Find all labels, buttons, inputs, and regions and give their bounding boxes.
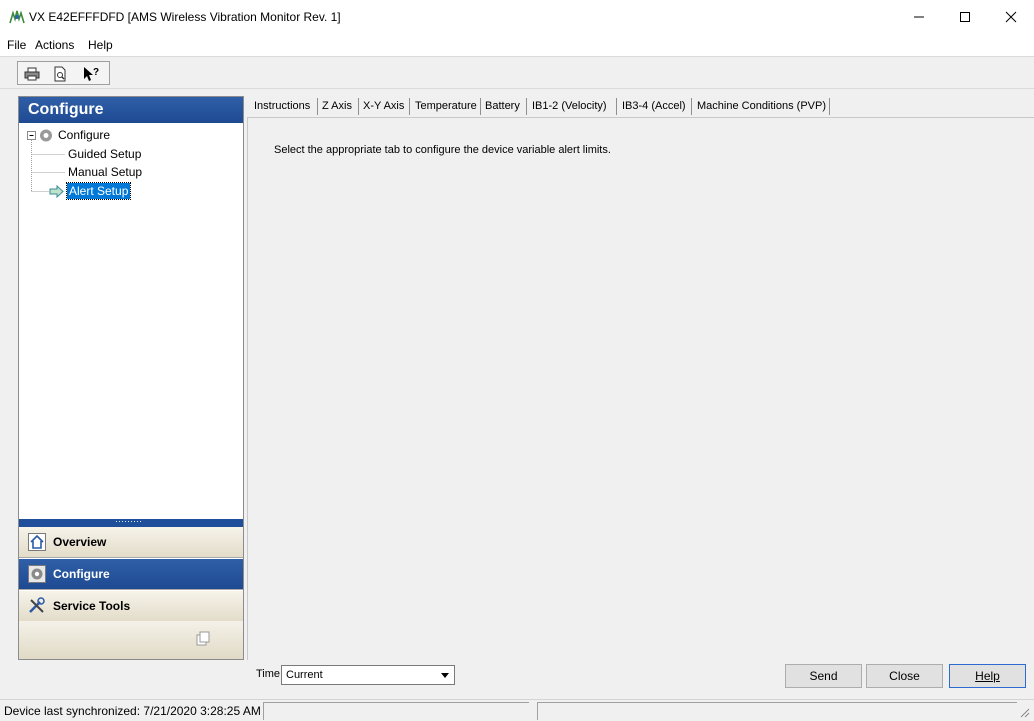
instructions-text: Select the appropriate tab to configure … xyxy=(274,144,611,156)
tab-separator xyxy=(691,98,692,115)
dropdown-button[interactable] xyxy=(437,667,453,683)
navigation-panel: Configure Configure Guided Setup Manual … xyxy=(18,96,244,660)
minimize-button[interactable] xyxy=(896,0,942,34)
chevron-down-icon xyxy=(441,672,449,678)
document-icon[interactable] xyxy=(195,631,211,647)
time-select-value: Current xyxy=(286,669,323,681)
tools-icon xyxy=(29,597,45,613)
resize-grip-icon[interactable] xyxy=(1018,706,1030,718)
gear-icon xyxy=(40,129,52,142)
status-pane xyxy=(263,702,529,720)
maximize-icon xyxy=(960,12,970,22)
tab-panel xyxy=(247,117,1034,660)
time-select[interactable]: Current xyxy=(281,665,455,685)
tree-item-manual-setup[interactable]: Manual Setup xyxy=(68,165,142,179)
toolbar-group: ? xyxy=(17,61,110,85)
time-label: Time: xyxy=(256,668,284,680)
send-button[interactable]: Send xyxy=(785,664,862,688)
print-button[interactable] xyxy=(21,64,43,83)
nav-footer xyxy=(19,621,243,659)
nav-button-configure[interactable]: Configure xyxy=(19,559,243,590)
title-bar: VX E42EFFFDFD [AMS Wireless Vibration Mo… xyxy=(0,0,1034,34)
close-button[interactable] xyxy=(988,0,1034,34)
tab-temperature[interactable]: Temperature xyxy=(412,96,480,118)
app-icon xyxy=(9,10,25,24)
gear-icon xyxy=(28,565,46,583)
status-bar: Device last synchronized: 7/21/2020 3:28… xyxy=(0,699,1034,721)
svg-text:?: ? xyxy=(93,67,99,78)
home-icon xyxy=(28,533,46,551)
help-button[interactable]: Help xyxy=(949,664,1026,688)
nav-button-overview-label: Overview xyxy=(53,535,107,549)
tab-machine-conditions-pvp[interactable]: Machine Conditions (PVP) xyxy=(694,96,829,118)
nav-header-title: Configure xyxy=(28,101,104,118)
context-help-button[interactable]: ? xyxy=(80,64,102,83)
print-preview-button[interactable] xyxy=(49,64,71,83)
tree-item-configure[interactable]: Configure xyxy=(58,128,110,142)
print-preview-icon xyxy=(54,66,66,81)
maximize-button[interactable] xyxy=(942,0,988,34)
arrow-right-icon xyxy=(49,184,64,199)
window-title: VX E42EFFFDFD [AMS Wireless Vibration Mo… xyxy=(29,10,341,24)
menu-actions[interactable]: Actions xyxy=(35,38,74,52)
tab-instructions[interactable]: Instructions xyxy=(251,96,313,118)
nav-button-configure-label: Configure xyxy=(53,567,110,581)
menu-file[interactable]: File xyxy=(7,38,26,52)
splitter-grip: ········· xyxy=(115,516,142,526)
tab-ib1-2-velocity[interactable]: IB1-2 (Velocity) xyxy=(529,96,610,118)
toolbar: ? xyxy=(0,56,1034,89)
tab-separator xyxy=(317,98,318,115)
tree-item-alert-setup[interactable]: Alert Setup xyxy=(65,182,132,200)
tree-item-guided-setup[interactable]: Guided Setup xyxy=(68,147,141,161)
menu-bar: File Actions Help xyxy=(0,34,1034,56)
tab-separator xyxy=(480,98,481,115)
close-icon xyxy=(1005,11,1017,23)
tab-separator xyxy=(358,98,359,115)
tab-x-y-axis[interactable]: X-Y Axis xyxy=(360,96,407,118)
tab-z-axis[interactable]: Z Axis xyxy=(319,96,355,118)
tab-separator xyxy=(526,98,527,115)
tab-strip: Instructions Z Axis X-Y Axis Temperature… xyxy=(251,96,1031,118)
tree-view[interactable]: Configure Guided Setup Manual Setup Aler… xyxy=(19,123,243,519)
printer-icon xyxy=(24,67,40,80)
nav-button-service-tools-label: Service Tools xyxy=(53,599,131,613)
tab-separator xyxy=(829,98,830,115)
status-pane xyxy=(537,702,1017,720)
tab-battery[interactable]: Battery xyxy=(482,96,523,118)
minimize-icon xyxy=(914,16,924,18)
close-dialog-button[interactable]: Close xyxy=(866,664,943,688)
menu-help[interactable]: Help xyxy=(88,38,113,52)
nav-button-service-tools[interactable]: Service Tools xyxy=(19,591,243,622)
tab-separator xyxy=(409,98,410,115)
tab-ib3-4-accel[interactable]: IB3-4 (Accel) xyxy=(619,96,689,118)
panel-splitter[interactable]: ········· xyxy=(19,516,243,527)
context-help-icon: ? xyxy=(84,66,99,81)
nav-button-overview[interactable]: Overview xyxy=(19,527,243,558)
status-text: Device last synchronized: 7/21/2020 3:28… xyxy=(4,704,261,718)
tab-separator xyxy=(616,98,617,115)
nav-header: Configure xyxy=(19,97,243,123)
